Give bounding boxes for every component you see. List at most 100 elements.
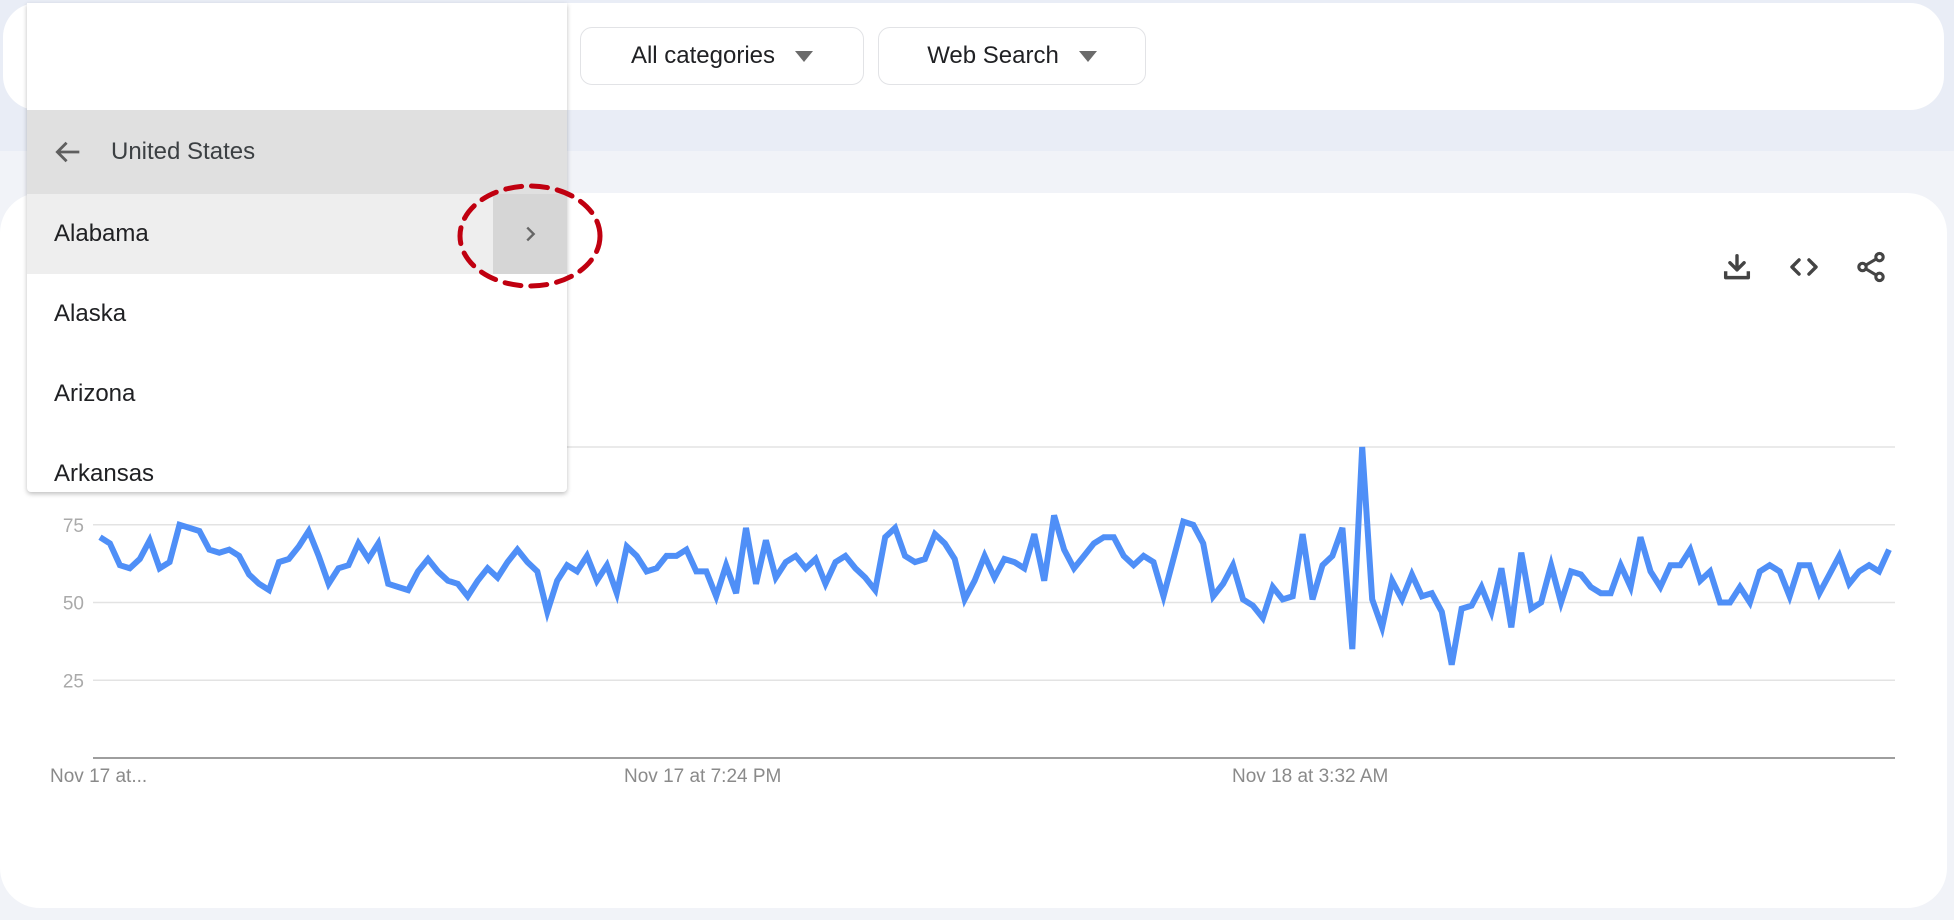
data-point[interactable] bbox=[1844, 579, 1854, 589]
data-point[interactable] bbox=[1785, 591, 1795, 601]
data-point[interactable] bbox=[1308, 594, 1318, 604]
data-point[interactable] bbox=[1467, 601, 1477, 611]
data-point[interactable] bbox=[353, 538, 363, 548]
data-point[interactable] bbox=[145, 535, 155, 545]
expand-subregion-button[interactable] bbox=[493, 194, 567, 274]
region-item-alabama[interactable]: Alabama bbox=[27, 194, 567, 274]
data-point[interactable] bbox=[622, 542, 632, 552]
data-point[interactable] bbox=[1029, 529, 1039, 539]
data-point[interactable] bbox=[1397, 594, 1407, 604]
data-point[interactable] bbox=[1725, 598, 1735, 608]
data-point[interactable] bbox=[324, 579, 334, 589]
data-point[interactable] bbox=[602, 560, 612, 570]
arrow-back-icon[interactable] bbox=[51, 135, 85, 169]
data-point[interactable] bbox=[1745, 598, 1755, 608]
data-point[interactable] bbox=[224, 545, 234, 555]
data-point[interactable] bbox=[1069, 563, 1079, 573]
data-point[interactable] bbox=[1228, 560, 1238, 570]
data-point[interactable] bbox=[791, 551, 801, 561]
data-point[interactable] bbox=[1099, 532, 1109, 542]
data-point[interactable] bbox=[194, 526, 204, 536]
data-point[interactable] bbox=[1486, 607, 1496, 617]
data-point[interactable] bbox=[1327, 551, 1337, 561]
data-point[interactable] bbox=[1566, 566, 1576, 576]
data-point[interactable] bbox=[1427, 588, 1437, 598]
data-point[interactable] bbox=[274, 557, 284, 567]
data-point[interactable] bbox=[652, 563, 662, 573]
data-point[interactable] bbox=[1198, 538, 1208, 548]
data-point[interactable] bbox=[771, 573, 781, 583]
data-point[interactable] bbox=[125, 563, 135, 573]
data-point[interactable] bbox=[970, 576, 980, 586]
data-point[interactable] bbox=[1655, 582, 1665, 592]
data-point[interactable] bbox=[264, 585, 274, 595]
region-item-alaska[interactable]: Alaska bbox=[27, 274, 567, 354]
data-point[interactable] bbox=[1804, 560, 1814, 570]
data-point[interactable] bbox=[1059, 545, 1069, 555]
data-point[interactable] bbox=[115, 560, 125, 570]
data-point[interactable] bbox=[1705, 566, 1715, 576]
data-point[interactable] bbox=[512, 545, 522, 555]
data-point[interactable] bbox=[463, 591, 473, 601]
data-point[interactable] bbox=[572, 566, 582, 576]
data-point[interactable] bbox=[1168, 554, 1178, 564]
data-point[interactable] bbox=[562, 560, 572, 570]
data-point[interactable] bbox=[701, 566, 711, 576]
data-point[interactable] bbox=[960, 594, 970, 604]
data-point[interactable] bbox=[1874, 566, 1884, 576]
data-point[interactable] bbox=[1735, 582, 1745, 592]
data-point[interactable] bbox=[940, 538, 950, 548]
data-point[interactable] bbox=[1616, 560, 1626, 570]
data-point[interactable] bbox=[473, 576, 483, 586]
data-point[interactable] bbox=[801, 563, 811, 573]
data-point[interactable] bbox=[592, 576, 602, 586]
data-point[interactable] bbox=[1546, 560, 1556, 570]
data-point[interactable] bbox=[1129, 560, 1139, 570]
data-point[interactable] bbox=[443, 576, 453, 586]
data-point[interactable] bbox=[1178, 517, 1188, 527]
data-point[interactable] bbox=[1149, 557, 1159, 567]
data-point[interactable] bbox=[671, 551, 681, 561]
data-point[interactable] bbox=[184, 523, 194, 533]
data-point[interactable] bbox=[1854, 566, 1864, 576]
data-point[interactable] bbox=[403, 585, 413, 595]
data-point[interactable] bbox=[900, 551, 910, 561]
data-point[interactable] bbox=[155, 563, 165, 573]
data-point[interactable] bbox=[1576, 570, 1586, 580]
data-point[interactable] bbox=[1278, 594, 1288, 604]
data-point[interactable] bbox=[1139, 551, 1149, 561]
data-point[interactable] bbox=[950, 554, 960, 564]
data-point[interactable] bbox=[433, 566, 443, 576]
data-point[interactable] bbox=[850, 563, 860, 573]
data-point[interactable] bbox=[662, 551, 672, 561]
data-point[interactable] bbox=[294, 542, 304, 552]
data-point[interactable] bbox=[781, 557, 791, 567]
data-point[interactable] bbox=[483, 563, 493, 573]
data-point[interactable] bbox=[990, 573, 1000, 583]
data-point[interactable] bbox=[1516, 548, 1526, 558]
data-point[interactable] bbox=[1079, 551, 1089, 561]
data-point[interactable] bbox=[383, 579, 393, 589]
data-point[interactable] bbox=[1795, 560, 1805, 570]
data-point[interactable] bbox=[1457, 604, 1467, 614]
data-point[interactable] bbox=[204, 545, 214, 555]
data-point[interactable] bbox=[522, 557, 532, 567]
data-point[interactable] bbox=[254, 579, 264, 589]
data-point[interactable] bbox=[552, 576, 562, 586]
data-point[interactable] bbox=[284, 554, 294, 564]
data-point[interactable] bbox=[1685, 545, 1695, 555]
data-point[interactable] bbox=[1188, 520, 1198, 530]
data-point[interactable] bbox=[1775, 566, 1785, 576]
data-point[interactable] bbox=[930, 529, 940, 539]
data-point[interactable] bbox=[1606, 588, 1616, 598]
data-point[interactable] bbox=[1089, 538, 1099, 548]
data-point[interactable] bbox=[1238, 594, 1248, 604]
data-point[interactable] bbox=[1019, 563, 1029, 573]
data-point[interactable] bbox=[1556, 598, 1566, 608]
data-point[interactable] bbox=[1755, 566, 1765, 576]
data-point[interactable] bbox=[821, 579, 831, 589]
data-point[interactable] bbox=[413, 566, 423, 576]
data-point[interactable] bbox=[1496, 563, 1506, 573]
data-point[interactable] bbox=[582, 551, 592, 561]
data-point[interactable] bbox=[1665, 560, 1675, 570]
